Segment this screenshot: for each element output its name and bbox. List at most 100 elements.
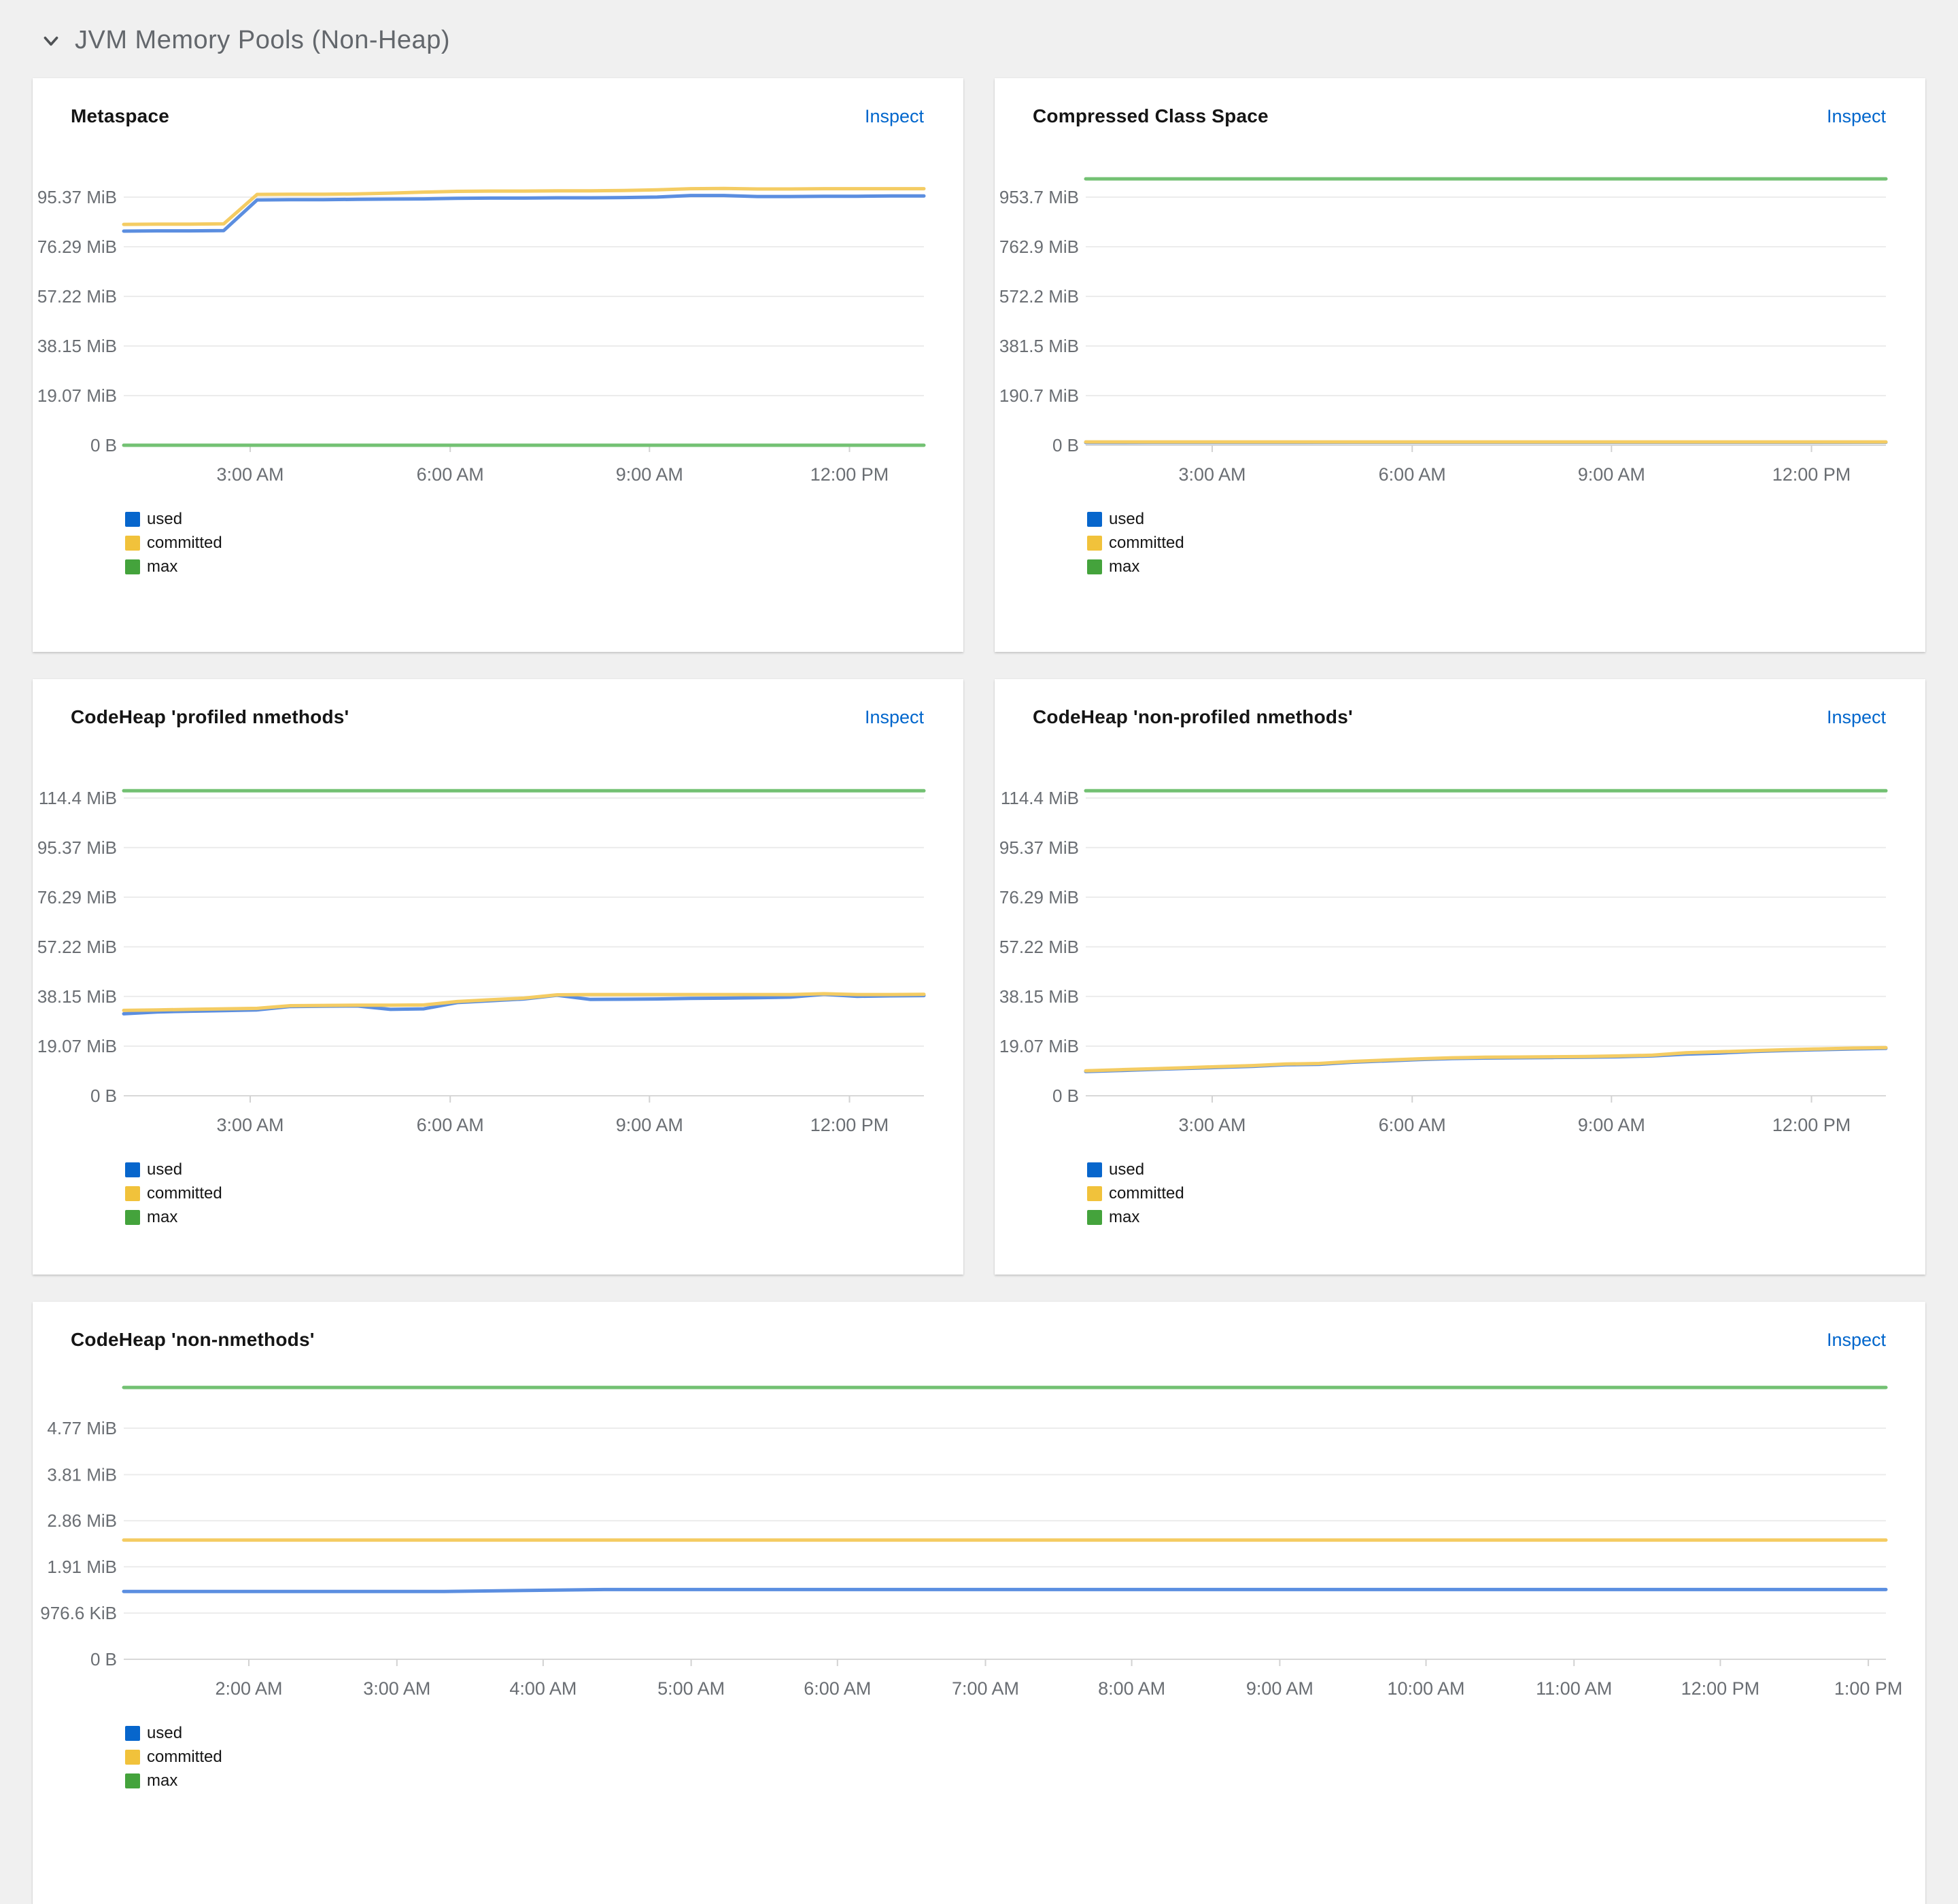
inspect-link-metaspace[interactable]: Inspect: [865, 106, 924, 127]
legend-item-max: max: [125, 1771, 1925, 1790]
legend-swatch-committed-icon: [125, 1186, 140, 1201]
legend-item-committed: committed: [1087, 1184, 1925, 1203]
legend-label: committed: [147, 1748, 222, 1766]
chart-legend-codeheap-non-nmethods: used committed max: [125, 1724, 1925, 1790]
svg-text:76.29 MiB: 76.29 MiB: [999, 887, 1079, 907]
chart-title-metaspace: Metaspace: [71, 105, 169, 126]
svg-text:3:00 AM: 3:00 AM: [216, 464, 284, 485]
legend-swatch-max-icon: [1087, 559, 1102, 574]
svg-text:9:00 AM: 9:00 AM: [616, 1115, 683, 1135]
chart-row-2: CodeHeap 'profiled nmethods' Inspect 0 B…: [33, 679, 1925, 1275]
card-compressed-class-space: Compressed Class Space Inspect 0 B 190.7 …: [995, 78, 1925, 652]
chart-title-codeheap-non-profiled: CodeHeap 'non-profiled nmethods': [1033, 706, 1353, 727]
svg-text:11:00 AM: 11:00 AM: [1536, 1678, 1612, 1699]
inspect-link-codeheap-non-profiled[interactable]: Inspect: [1827, 707, 1886, 728]
legend-swatch-used-icon: [1087, 512, 1102, 527]
svg-text:6:00 AM: 6:00 AM: [804, 1678, 871, 1699]
svg-text:6:00 AM: 6:00 AM: [1379, 464, 1446, 485]
legend-swatch-committed-icon: [125, 1750, 140, 1765]
section-toggle[interactable]: JVM Memory Pools (Non-Heap): [41, 26, 450, 55]
chart-legend-compressed-class-space: used committed max: [1087, 510, 1925, 576]
svg-text:1.91 MiB: 1.91 MiB: [47, 1557, 117, 1577]
card-metaspace: Metaspace Inspect 0 B 19.07 MiB 38.15 MiB 5…: [33, 78, 963, 652]
inspect-link-codeheap-non-nmethods[interactable]: Inspect: [1827, 1330, 1886, 1351]
jvm-memory-pools-page: JVM Memory Pools (Non-Heap) Metaspace In…: [0, 0, 1958, 1904]
legend-item-committed: committed: [125, 1748, 1925, 1767]
svg-text:4:00 AM: 4:00 AM: [509, 1678, 577, 1699]
legend-item-used: used: [1087, 1160, 1925, 1179]
svg-text:3.81 MiB: 3.81 MiB: [47, 1464, 117, 1485]
svg-text:572.2 MiB: 572.2 MiB: [999, 286, 1079, 307]
legend-label: used: [1109, 510, 1145, 528]
svg-text:114.4 MiB: 114.4 MiB: [1001, 788, 1079, 808]
legend-label: committed: [147, 1184, 222, 1202]
chart-canvas-codeheap-non-nmethods: 0 B 976.6 KiB 1.91 MiB 2.86 MiB 3.81 MiB 4.77…: [33, 1381, 1925, 1714]
legend-label: committed: [147, 534, 222, 552]
legend-label: max: [1109, 557, 1140, 576]
legend-item-max: max: [1087, 1208, 1925, 1227]
legend-item-used: used: [125, 510, 963, 529]
legend-swatch-committed-icon: [125, 536, 140, 551]
legend-swatch-max-icon: [125, 1773, 140, 1788]
line-chart: 0 B 19.07 MiB 38.15 MiB 57.22 MiB 76.29 MiB 9…: [37, 788, 926, 1135]
svg-text:57.22 MiB: 57.22 MiB: [999, 937, 1079, 957]
svg-text:4.77 MiB: 4.77 MiB: [47, 1418, 117, 1438]
svg-text:76.29 MiB: 76.29 MiB: [37, 237, 117, 257]
svg-text:976.6 KiB: 976.6 KiB: [40, 1603, 117, 1623]
svg-text:6:00 AM: 6:00 AM: [417, 1115, 484, 1135]
chart-title-codeheap-profiled: CodeHeap 'profiled nmethods': [71, 706, 349, 727]
svg-text:19.07 MiB: 19.07 MiB: [37, 1036, 117, 1056]
svg-text:95.37 MiB: 95.37 MiB: [999, 837, 1079, 858]
svg-text:114.4 MiB: 114.4 MiB: [39, 788, 117, 808]
chart-row-1: Metaspace Inspect 0 B 19.07 MiB 38.15 MiB 5…: [33, 78, 1925, 652]
chart-legend-codeheap-profiled: used committed max: [125, 1160, 963, 1227]
svg-text:6:00 AM: 6:00 AM: [417, 464, 484, 485]
svg-text:3:00 AM: 3:00 AM: [363, 1678, 430, 1699]
legend-label: used: [1109, 1160, 1145, 1179]
legend-swatch-used-icon: [1087, 1162, 1102, 1177]
legend-label: max: [147, 1208, 178, 1226]
chevron-down-icon: [44, 36, 58, 46]
legend-label: max: [1109, 1208, 1140, 1226]
legend-swatch-committed-icon: [1087, 536, 1102, 551]
legend-item-max: max: [1087, 557, 1925, 576]
line-chart: 0 B 19.07 MiB 38.15 MiB 57.22 MiB 76.29 MiB 9…: [999, 788, 1888, 1135]
svg-text:38.15 MiB: 38.15 MiB: [999, 986, 1079, 1007]
legend-swatch-used-icon: [125, 512, 140, 527]
chart-row-3: CodeHeap 'non-nmethods' Inspect 0 B 976.6…: [33, 1302, 1925, 1904]
svg-text:0 B: 0 B: [1052, 1086, 1079, 1106]
legend-label: committed: [1109, 1184, 1184, 1202]
legend-swatch-max-icon: [1087, 1210, 1102, 1225]
svg-text:0 B: 0 B: [90, 1086, 117, 1106]
card-header: CodeHeap 'non-profiled nmethods' Inspect: [995, 706, 1925, 728]
legend-label: used: [147, 1724, 183, 1742]
legend-item-committed: committed: [1087, 534, 1925, 553]
card-codeheap-non-nmethods: CodeHeap 'non-nmethods' Inspect 0 B 976.6…: [33, 1302, 1925, 1904]
inspect-link-compressed-class-space[interactable]: Inspect: [1827, 106, 1886, 127]
card-header: CodeHeap 'non-nmethods' Inspect: [33, 1329, 1925, 1351]
svg-text:95.37 MiB: 95.37 MiB: [37, 837, 117, 858]
svg-text:95.37 MiB: 95.37 MiB: [37, 187, 117, 207]
svg-text:38.15 MiB: 38.15 MiB: [37, 336, 117, 356]
legend-item-committed: committed: [125, 534, 963, 553]
card-codeheap-non-profiled: CodeHeap 'non-profiled nmethods' Inspect…: [995, 679, 1925, 1275]
inspect-link-codeheap-profiled[interactable]: Inspect: [865, 707, 924, 728]
svg-text:3:00 AM: 3:00 AM: [1178, 464, 1246, 485]
svg-text:9:00 AM: 9:00 AM: [616, 464, 683, 485]
svg-text:0 B: 0 B: [1052, 435, 1079, 455]
svg-text:2:00 AM: 2:00 AM: [215, 1678, 282, 1699]
chart-canvas-metaspace: 0 B 19.07 MiB 38.15 MiB 57.22 MiB 76.29 MiB 9…: [33, 146, 963, 500]
line-chart: 0 B 976.6 KiB 1.91 MiB 2.86 MiB 3.81 MiB 4.77…: [40, 1385, 1902, 1699]
legend-label: max: [147, 557, 178, 576]
legend-item-max: max: [125, 1208, 963, 1227]
chart-canvas-compressed-class-space: 0 B 190.7 MiB 381.5 MiB 572.2 MiB 762.9 MiB 9…: [995, 146, 1925, 500]
svg-text:7:00 AM: 7:00 AM: [952, 1678, 1019, 1699]
svg-text:9:00 AM: 9:00 AM: [1578, 464, 1645, 485]
legend-item-max: max: [125, 557, 963, 576]
svg-text:12:00 PM: 12:00 PM: [810, 1115, 889, 1135]
card-header: Metaspace Inspect: [33, 105, 963, 127]
legend-label: committed: [1109, 534, 1184, 552]
svg-text:6:00 AM: 6:00 AM: [1379, 1115, 1446, 1135]
chart-legend-codeheap-non-profiled: used committed max: [1087, 1160, 1925, 1227]
legend-swatch-max-icon: [125, 559, 140, 574]
